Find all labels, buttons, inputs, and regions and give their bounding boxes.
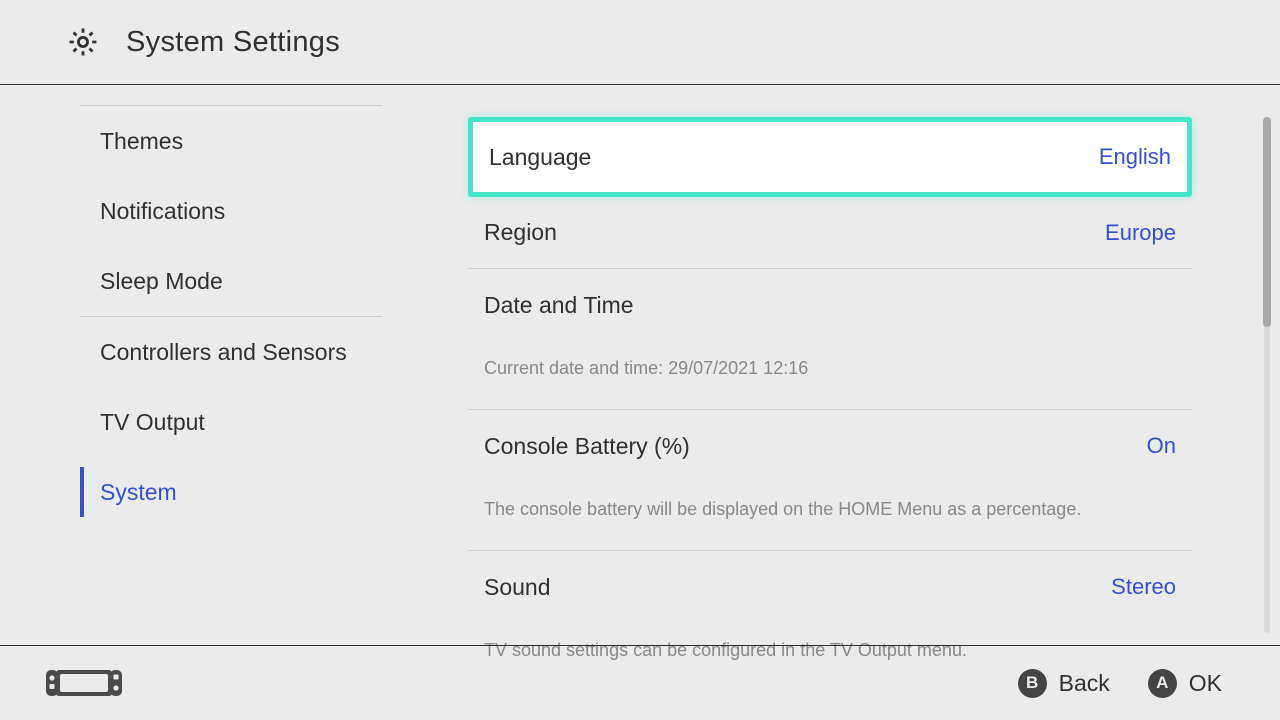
sidebar-item-themes[interactable]: Themes [0,106,412,176]
sidebar-item-tv-output[interactable]: TV Output [0,387,412,457]
scrollbar-thumb[interactable] [1263,117,1271,327]
sidebar-item-system[interactable]: System [0,457,412,527]
footer-button-label: Back [1059,670,1110,697]
setting-label: Date and Time [484,292,634,319]
sidebar-item-label: System [100,479,177,506]
a-button-icon: A [1148,669,1177,698]
main-area: amiibo Themes Notifications Sleep Mode C… [0,85,1280,645]
sidebar-item-amiibo[interactable]: amiibo [0,85,412,105]
controller-icon [46,668,122,698]
footer-button-label: OK [1189,670,1222,697]
sidebar-item-label: Themes [100,128,183,155]
sidebar-item-controllers-and-sensors[interactable]: Controllers and Sensors [0,317,412,387]
setting-row-console-battery[interactable]: Console Battery (%) On [468,410,1192,482]
gear-icon [66,25,100,59]
setting-value: On [1147,433,1176,459]
sidebar-item-notifications[interactable]: Notifications [0,176,412,246]
sidebar-item-label: TV Output [100,409,205,436]
setting-label: Console Battery (%) [484,433,690,460]
footer-button-back[interactable]: B Back [1018,669,1110,698]
setting-row-region[interactable]: Region Europe [468,197,1192,269]
header-bar: System Settings [0,0,1280,85]
footer-bar: B Back A OK [0,645,1280,720]
setting-value: English [1099,144,1171,170]
setting-label: Region [484,219,557,246]
b-button-icon: B [1018,669,1047,698]
page-title: System Settings [126,26,340,59]
sidebar-item-label: Notifications [100,198,225,225]
sidebar-item-label: Sleep Mode [100,268,223,295]
sidebar-item-label: Controllers and Sensors [100,339,347,366]
setting-value: Europe [1105,220,1176,246]
scrollbar-track[interactable] [1264,117,1270,633]
sidebar-item-sleep-mode[interactable]: Sleep Mode [0,246,412,316]
setting-row-sound[interactable]: Sound Stereo [468,551,1192,623]
footer-button-ok[interactable]: A OK [1148,669,1222,698]
setting-helper-text: The console battery will be displayed on… [468,482,1192,551]
setting-label: Language [489,144,591,171]
setting-label: Sound [484,574,551,601]
setting-row-date-and-time[interactable]: Date and Time [468,269,1192,341]
setting-row-language[interactable]: Language English [468,117,1192,197]
content-pane: Language English Region Europe Date and … [412,85,1280,645]
setting-helper-text: Current date and time: 29/07/2021 12:16 [468,341,1192,410]
setting-value: Stereo [1111,574,1176,600]
sidebar: amiibo Themes Notifications Sleep Mode C… [0,85,412,645]
